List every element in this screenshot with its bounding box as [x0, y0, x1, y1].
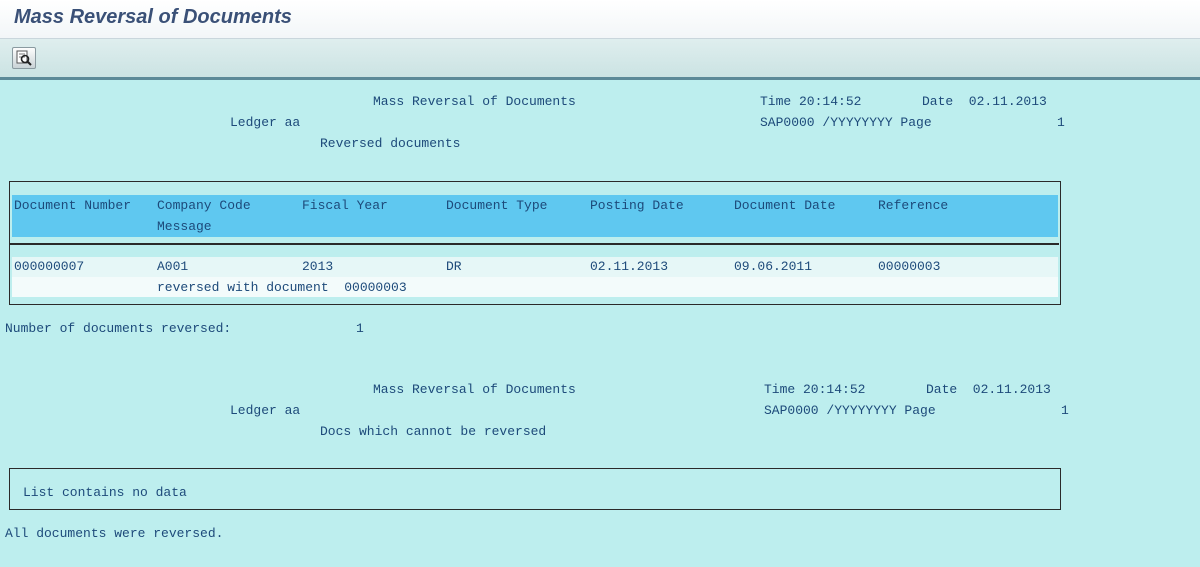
title-bar: Mass Reversal of Documents [0, 0, 1200, 39]
report2-title: Mass Reversal of Documents [373, 382, 576, 397]
report2-date: Date 02.11.2013 [926, 382, 1051, 397]
report-title: Mass Reversal of Documents [373, 94, 576, 109]
cell-document-number[interactable]: 000000007 [14, 259, 84, 275]
report-subtitle: Reversed documents [320, 136, 461, 151]
col-posting-date[interactable]: Posting Date [590, 198, 684, 214]
col-reference[interactable]: Reference [878, 198, 948, 214]
cell-fiscal-year[interactable]: 2013 [302, 259, 333, 275]
col-document-date[interactable]: Document Date [734, 198, 835, 214]
status-footer: All documents were reversed. [5, 526, 224, 541]
header-separator [10, 243, 1059, 245]
empty-list-message: List contains no data [23, 485, 187, 500]
report-list: Mass Reversal of Documents Time 20:14:52… [0, 80, 1200, 567]
col-document-type[interactable]: Document Type [446, 198, 547, 214]
cell-reference[interactable]: 00000003 [878, 259, 940, 275]
report2-time: Time 20:14:52 [764, 382, 866, 397]
system-user-page: SAP0000 /YYYYYYYY Page [760, 115, 932, 130]
count-value: 1 [356, 321, 364, 336]
col-fiscal-year[interactable]: Fiscal Year [302, 198, 388, 214]
report-time: Time 20:14:52 [760, 94, 862, 109]
col-company-code[interactable]: Company Code [157, 198, 251, 214]
detail-view-button[interactable] [12, 47, 36, 69]
detail-view-icon [16, 50, 32, 66]
ledger-label: Ledger aa [230, 115, 301, 130]
report2-ledger-label: Ledger aa [230, 403, 301, 418]
cell-company-code[interactable]: A001 [157, 259, 188, 275]
application-toolbar [0, 39, 1200, 80]
cell-document-date[interactable]: 09.06.2011 [734, 259, 812, 275]
report2-page-number: 1 [1061, 403, 1069, 418]
page-number: 1 [1057, 115, 1065, 130]
cell-document-type[interactable]: DR [446, 259, 462, 275]
cell-posting-date[interactable]: 02.11.2013 [590, 259, 668, 275]
col-document-number[interactable]: Document Number [14, 198, 131, 214]
report2-system-user-page: SAP0000 /YYYYYYYY Page [764, 403, 936, 418]
report-date: Date 02.11.2013 [922, 94, 1047, 109]
col-message[interactable]: Message [157, 219, 212, 235]
report2-subtitle: Docs which cannot be reversed [320, 424, 547, 439]
count-label: Number of documents reversed: [5, 321, 232, 336]
cell-message[interactable]: reversed with document 00000003 [157, 280, 407, 296]
window-title: Mass Reversal of Documents [14, 6, 292, 28]
